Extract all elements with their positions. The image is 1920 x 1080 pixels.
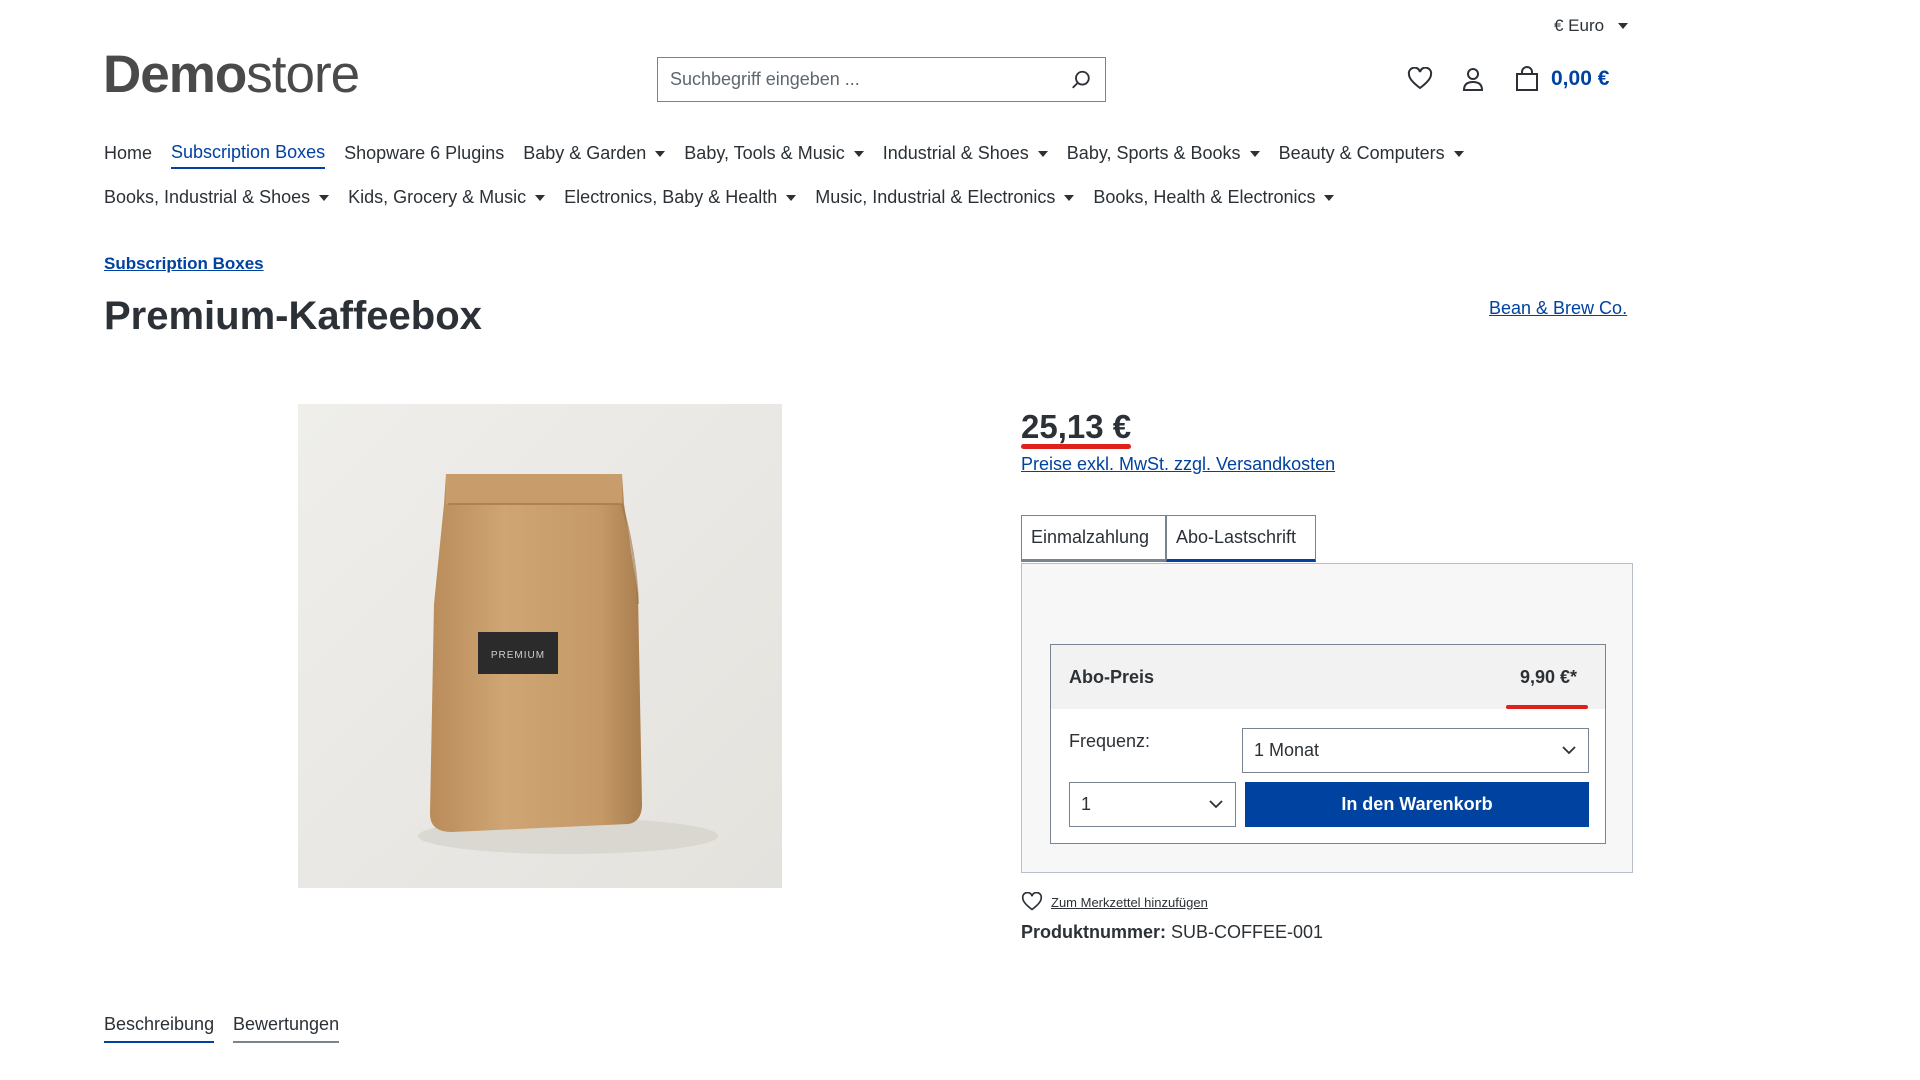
caret-down-icon: [786, 194, 797, 201]
nav-label: Shopware 6 Plugins: [344, 143, 505, 163]
chevron-down-icon: [1209, 800, 1223, 809]
quantity-select[interactable]: 1: [1069, 782, 1236, 827]
nav-item-beauty-computers[interactable]: Beauty & Computers: [1279, 142, 1464, 169]
nav-label: Baby, Tools & Music: [684, 143, 845, 163]
product-price: 25,13 €: [1021, 408, 1132, 445]
product-image[interactable]: PREMIUM: [298, 404, 782, 888]
heart-icon: [1407, 67, 1433, 90]
wishlist-label: Zum Merkzettel hinzufügen: [1051, 894, 1208, 910]
heart-icon: [1021, 892, 1043, 911]
frequency-value: 1 Monat: [1254, 740, 1320, 760]
logo-light: store: [246, 45, 360, 104]
nav-item-electronics-baby-health[interactable]: Electronics, Baby & Health: [564, 187, 797, 212]
cart-button[interactable]: [1512, 64, 1542, 94]
wishlist-button[interactable]: [1405, 64, 1435, 94]
add-to-cart-button[interactable]: In den Warenkorb: [1245, 782, 1589, 827]
price-highlight: [1021, 444, 1131, 449]
coffee-bag-illustration: PREMIUM: [298, 404, 782, 888]
nav-label: Beauty & Computers: [1278, 143, 1445, 163]
main-nav-row-2: Books, Industrial & Shoes Kids, Grocery …: [104, 187, 1335, 212]
nav-item-music-industrial-electronics[interactable]: Music, Industrial & Electronics: [815, 187, 1075, 212]
user-icon: [1462, 68, 1484, 91]
tab-one-time-payment[interactable]: Einmalzahlung: [1021, 515, 1166, 562]
breadcrumb[interactable]: Subscription Boxes: [104, 254, 264, 274]
nav-label: Baby & Garden: [523, 143, 647, 163]
nav-item-baby-garden[interactable]: Baby & Garden: [523, 142, 666, 169]
nav-label: Kids, Grocery & Music: [348, 187, 527, 207]
nav-item-shopware-plugins[interactable]: Shopware 6 Plugins: [344, 142, 504, 169]
frequency-label: Frequenz:: [1069, 731, 1151, 751]
caret-down-icon: [1064, 194, 1075, 201]
tab-label: Abo-Lastschrift: [1176, 527, 1297, 547]
nav-item-books-health-electronics[interactable]: Books, Health & Electronics: [1093, 187, 1335, 212]
nav-item-baby-sports-books[interactable]: Baby, Sports & Books: [1067, 142, 1260, 169]
subscription-price: 9,90 €*: [1520, 667, 1578, 687]
currency-label: € Euro: [1554, 16, 1605, 35]
nav-item-industrial-shoes[interactable]: Industrial & Shoes: [883, 142, 1048, 169]
nav-label: Music, Industrial & Electronics: [815, 187, 1056, 207]
logo-bold: Demo: [103, 45, 247, 104]
nav-label: Baby, Sports & Books: [1066, 143, 1241, 163]
caret-down-icon: [535, 194, 546, 201]
manufacturer-link[interactable]: Bean & Brew Co.: [1489, 298, 1627, 319]
product-number: Produktnummer: SUB-COFFEE-001: [1021, 922, 1323, 943]
nav-label: Home: [104, 143, 153, 163]
nav-item-kids-grocery-music[interactable]: Kids, Grocery & Music: [348, 187, 546, 212]
nav-item-subscription-boxes[interactable]: Subscription Boxes: [171, 142, 326, 169]
caret-down-icon: [319, 194, 330, 201]
tax-note-link[interactable]: Preise exkl. MwSt. zzgl. Versandkosten: [1021, 454, 1335, 475]
cart-total[interactable]: 0,00 €: [1551, 64, 1609, 94]
subscription-price-highlight: [1506, 705, 1588, 709]
quantity-value: 1: [1081, 794, 1092, 814]
tab-label: Einmalzahlung: [1031, 527, 1150, 547]
nav-label: Subscription Boxes: [171, 142, 326, 162]
caret-down-icon: [655, 150, 666, 157]
currency-selector[interactable]: € Euro: [1554, 16, 1629, 36]
caret-down-icon: [1618, 23, 1629, 29]
page-title: Premium-Kaffeebox: [104, 294, 482, 338]
logo[interactable]: Demostore: [103, 45, 360, 104]
caret-down-icon: [1324, 194, 1335, 201]
nav-label: Books, Health & Electronics: [1093, 187, 1316, 207]
nav-label: Industrial & Shoes: [882, 143, 1029, 163]
chevron-down-icon: [1562, 746, 1576, 755]
tab-description[interactable]: Beschreibung: [104, 1014, 215, 1043]
main-nav-row-1: Home Subscription Boxes Shopware 6 Plugi…: [104, 142, 1464, 169]
search-icon: [1072, 70, 1090, 88]
product-number-value: SUB-COFFEE-001: [1171, 922, 1324, 942]
nav-label: Electronics, Baby & Health: [564, 187, 778, 207]
caret-down-icon: [1249, 150, 1260, 157]
nav-item-books-industrial-shoes[interactable]: Books, Industrial & Shoes: [104, 187, 330, 212]
add-to-wishlist-link[interactable]: Zum Merkzettel hinzufügen: [1021, 892, 1208, 912]
product-number-label: Produktnummer:: [1021, 922, 1167, 942]
frequency-select[interactable]: 1 Monat: [1242, 728, 1589, 773]
nav-label: Books, Industrial & Shoes: [104, 187, 311, 207]
nav-item-home[interactable]: Home: [104, 142, 152, 169]
tab-reviews[interactable]: Bewertungen: [233, 1014, 340, 1043]
account-button[interactable]: [1458, 64, 1488, 94]
bag-label: PREMIUM: [491, 650, 545, 661]
caret-down-icon: [1037, 150, 1048, 157]
tab-subscription[interactable]: Abo-Lastschrift: [1166, 515, 1316, 562]
shopping-bag-icon: [1516, 66, 1538, 91]
caret-down-icon: [1453, 150, 1464, 157]
search-input[interactable]: [658, 58, 1057, 101]
nav-item-baby-tools-music[interactable]: Baby, Tools & Music: [684, 142, 864, 169]
search-button[interactable]: [1057, 58, 1105, 101]
subscription-price-label: Abo-Preis: [1069, 667, 1155, 687]
caret-down-icon: [853, 150, 864, 157]
search-box: [657, 57, 1106, 102]
